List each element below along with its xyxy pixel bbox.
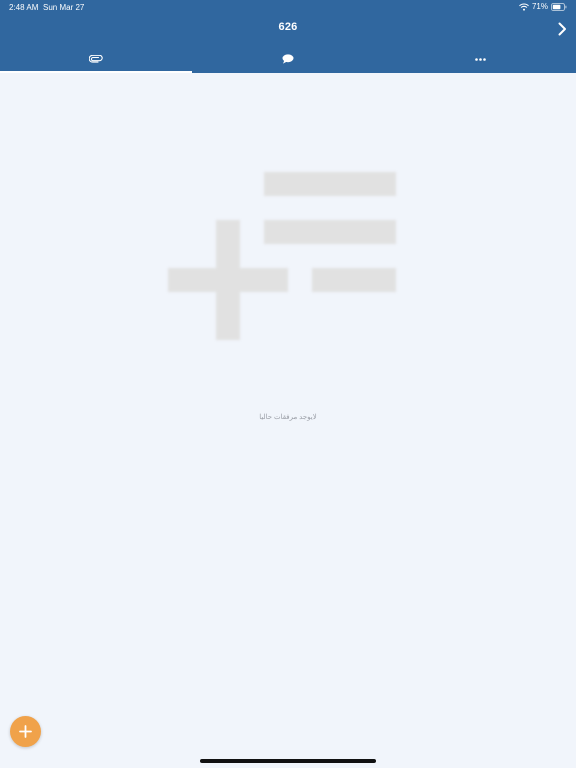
empty-state-message: لايوجد مرفقات حاليا	[259, 414, 317, 421]
page-title: 626	[278, 21, 298, 33]
status-date: Sun Mar 27	[43, 3, 85, 12]
battery-percentage: 71%	[531, 2, 548, 11]
tab-attachments[interactable]	[0, 45, 192, 73]
forward-button[interactable]	[554, 20, 570, 38]
more-icon	[474, 57, 486, 61]
chevron-right-icon	[558, 22, 566, 36]
paperclip-icon	[89, 55, 103, 63]
status-bar: 2:48 AM Sun Mar 27 71%	[0, 0, 576, 16]
tab-bar	[0, 45, 576, 73]
wifi-icon	[519, 3, 529, 11]
chat-bubble-icon	[282, 54, 294, 64]
add-list-icon	[168, 172, 396, 340]
home-indicator	[200, 759, 376, 763]
status-indicators: 71%	[519, 2, 567, 11]
tab-comments[interactable]	[192, 45, 384, 73]
battery-icon	[551, 2, 567, 11]
add-button[interactable]	[10, 716, 41, 747]
status-time: 2:48 AM	[9, 3, 39, 12]
tab-more[interactable]	[384, 45, 576, 73]
app-header: 2:48 AM Sun Mar 27 71% 626	[0, 0, 576, 73]
plus-icon	[19, 725, 32, 738]
